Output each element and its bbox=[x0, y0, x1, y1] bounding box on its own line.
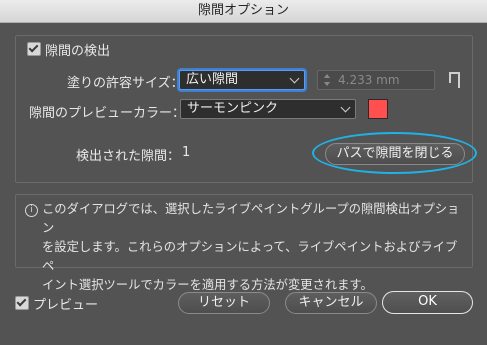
preview-checkbox[interactable] bbox=[15, 296, 29, 310]
info-text: このダイアログでは、選択したライブペイントグループの隙間検出オプション を設定し… bbox=[42, 200, 462, 295]
ok-button[interactable]: OK bbox=[382, 291, 473, 314]
fill-gap-size-label: 塗りの許容サイズ： bbox=[67, 76, 184, 91]
chevron-down-icon bbox=[340, 102, 351, 113]
detected-gaps-label: 検出された隙間： bbox=[76, 149, 181, 164]
preview-color-select[interactable]: サーモンピンク bbox=[180, 99, 356, 119]
detected-gaps-count: 1 bbox=[182, 145, 191, 160]
bracket-icon bbox=[449, 72, 460, 88]
fill-gap-size-select[interactable]: 広い隙間 bbox=[179, 70, 305, 90]
preview-label: プレビュー bbox=[33, 298, 99, 313]
stepper-icon bbox=[322, 73, 332, 87]
gap-detection-checkbox[interactable] bbox=[27, 42, 41, 56]
preview-color-label: 隙間のプレビューカラー： bbox=[29, 106, 186, 121]
reset-button[interactable]: リセット bbox=[178, 292, 270, 314]
fill-gap-size-value: 広い隙間 bbox=[186, 72, 239, 87]
highlight-ring bbox=[312, 132, 477, 174]
info-box: i このダイアログでは、選択したライブペイントグループの隙間検出オプション を設… bbox=[15, 194, 473, 292]
chevron-down-icon bbox=[289, 73, 300, 84]
window-title: 隙間オプション bbox=[197, 3, 289, 18]
custom-gap-size-field: 4.233 mm bbox=[317, 70, 435, 90]
window-title-bar: 隙間オプション bbox=[0, 0, 487, 23]
preview-color-swatch[interactable] bbox=[368, 99, 388, 119]
custom-gap-size-value: 4.233 mm bbox=[338, 73, 400, 87]
info-line: を設定します。これらのオプションによって、ライブペイントおよびライブペ bbox=[42, 240, 458, 273]
preview-color-value: サーモンピンク bbox=[187, 101, 279, 116]
info-line: このダイアログでは、選択したライブペイントグループの隙間検出オプション bbox=[42, 202, 460, 235]
info-icon: i bbox=[25, 204, 38, 217]
gap-detection-label: 隙間の検出 bbox=[45, 44, 111, 59]
cancel-button[interactable]: キャンセル bbox=[285, 292, 377, 314]
